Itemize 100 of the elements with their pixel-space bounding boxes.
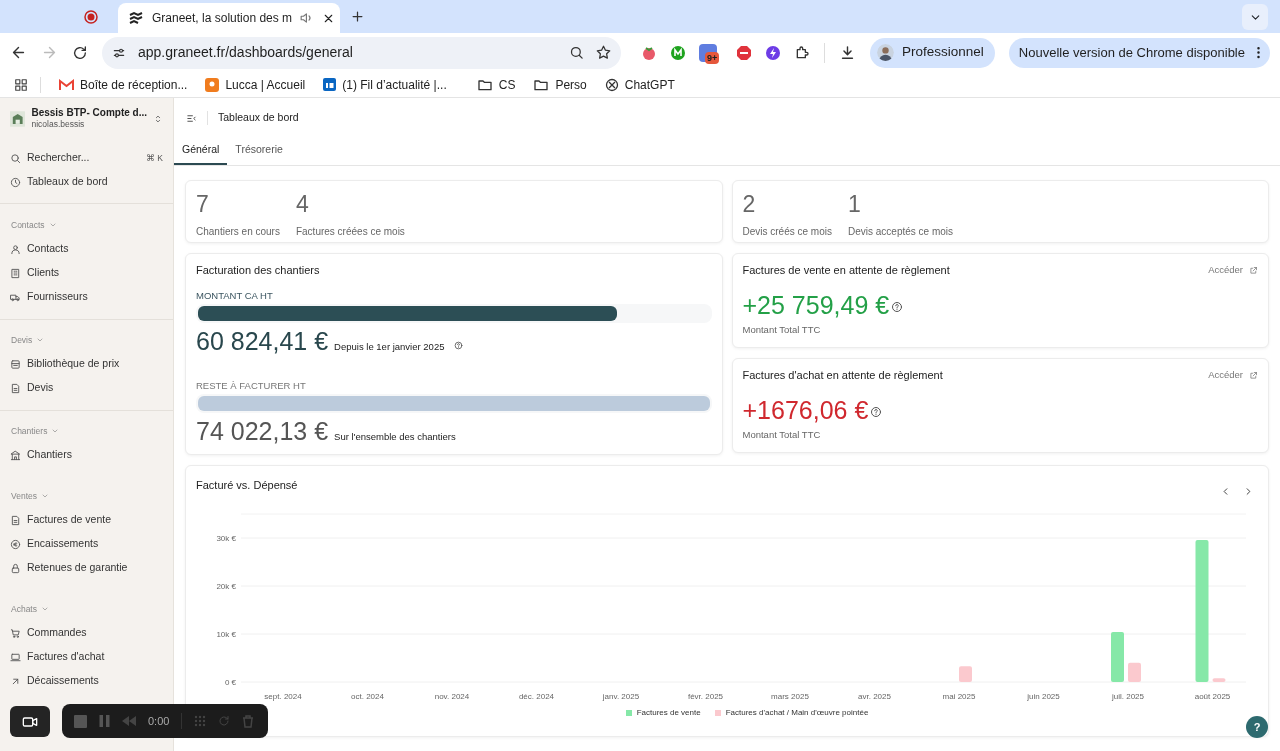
mail-icon bbox=[59, 78, 74, 91]
axis-label: déc. 2024 bbox=[518, 692, 555, 701]
bookmark-link[interactable]: Boîte de réception... bbox=[59, 75, 188, 94]
help-icon[interactable] bbox=[454, 340, 464, 350]
user-icon bbox=[10, 243, 21, 255]
chevron-down-icon bbox=[48, 221, 57, 229]
axis-label: 10k € bbox=[216, 630, 236, 639]
stat-label: Devis acceptés ce mois bbox=[847, 225, 953, 239]
legend-label: Factures de vente bbox=[636, 707, 701, 719]
search-icon[interactable] bbox=[569, 45, 585, 60]
pending-amount: +25 759,49 € bbox=[742, 289, 890, 321]
stat-value: 4 bbox=[295, 191, 310, 218]
section-title: Achats bbox=[11, 602, 37, 616]
axis-label: mai 2025 bbox=[942, 692, 976, 701]
nav-item[interactable]: Contacts bbox=[0, 237, 173, 261]
axis-label: oct. 2024 bbox=[351, 692, 384, 701]
download-icon[interactable] bbox=[839, 44, 856, 61]
bookmark-link[interactable]: CS bbox=[476, 75, 516, 94]
axis-label: févr. 2025 bbox=[687, 692, 724, 701]
bookmark-link[interactable]: Lucca | Accueil bbox=[205, 75, 306, 94]
axis-label: janv. 2025 bbox=[602, 692, 640, 701]
bookmark-link[interactable]: ChatGPT bbox=[604, 75, 675, 94]
lock-icon bbox=[10, 562, 21, 574]
access-link[interactable]: Accéder bbox=[1208, 263, 1258, 278]
nav-item[interactable]: Fournisseurs bbox=[0, 285, 173, 309]
library-icon bbox=[10, 358, 21, 370]
page-title: Tableaux de bord bbox=[218, 110, 299, 126]
star-icon[interactable] bbox=[596, 45, 612, 60]
nav-item[interactable]: Tableaux de bord bbox=[0, 170, 173, 194]
amount-caption: Montant Total TTC bbox=[742, 322, 822, 337]
external-link-icon bbox=[1249, 370, 1258, 380]
axis-label: sept. 2024 bbox=[264, 692, 302, 701]
reload-icon[interactable] bbox=[72, 44, 88, 61]
axis-label: nov. 2024 bbox=[434, 692, 470, 701]
amount-caption: Montant Total TTC bbox=[742, 427, 822, 442]
chevron-down-icon bbox=[51, 427, 60, 435]
metric-amount: 60 824,41 € bbox=[196, 325, 329, 357]
record-icon bbox=[84, 10, 98, 24]
update-button[interactable]: Nouvelle version de Chrome disponible bbox=[1008, 37, 1270, 68]
address-bar[interactable]: app.graneet.fr/dashboards/general bbox=[102, 36, 622, 69]
waves-logo-icon bbox=[128, 11, 144, 25]
bar bbox=[959, 666, 972, 682]
browser-tab[interactable]: Graneet, la solution des m bbox=[118, 3, 340, 33]
euro-icon bbox=[10, 538, 21, 550]
nav-item[interactable]: Clients bbox=[0, 261, 173, 285]
landmark-icon bbox=[10, 449, 21, 461]
nav-item[interactable]: Commandes bbox=[0, 621, 173, 645]
camera-button[interactable] bbox=[10, 706, 50, 737]
updown-icon bbox=[153, 113, 163, 124]
app-icon bbox=[323, 78, 337, 91]
section-title: Devis bbox=[11, 333, 33, 347]
extension-badge: 9+ bbox=[705, 51, 720, 64]
app-icon bbox=[205, 77, 220, 92]
nav-item[interactable]: Bibliothèque de prix bbox=[0, 352, 173, 376]
nav-item[interactable]: Encaissements bbox=[0, 532, 173, 556]
chevron-down-icon bbox=[36, 336, 45, 344]
metric-amount: 74 022,13 € bbox=[196, 416, 329, 447]
card-title: Factures de vente en attente de règlement bbox=[742, 263, 950, 278]
nav-item[interactable]: Retenues de garantie bbox=[0, 556, 173, 580]
help-icon[interactable] bbox=[891, 301, 904, 313]
avatar-icon bbox=[877, 44, 894, 61]
card-title: Factures d'achat en attente de règlement bbox=[742, 368, 943, 383]
adblock-icon[interactable] bbox=[736, 44, 753, 61]
stat-value: 1 bbox=[847, 191, 862, 218]
org-name: Bessis BTP- Compte d... bbox=[31, 107, 147, 119]
card-title: Facturation des chantiers bbox=[196, 263, 321, 278]
page-tab[interactable]: Trésorerie bbox=[227, 137, 291, 165]
sidebar-toggle-icon[interactable] bbox=[186, 112, 197, 124]
extension-icon[interactable]: 9+ bbox=[699, 43, 718, 62]
nav-item[interactable]: Décaissements bbox=[0, 669, 173, 693]
legend-label: Factures d'achat / Main d'œuvre pointée bbox=[725, 707, 869, 719]
user-name: nicolas.bessis bbox=[31, 119, 86, 130]
bookmark-link[interactable]: (1) Fil d’actualité |... bbox=[323, 75, 447, 94]
axis-label: 0 € bbox=[224, 678, 236, 687]
stat-value: 2 bbox=[742, 191, 757, 218]
bookmark-link[interactable]: Perso bbox=[533, 75, 587, 94]
lightning-icon[interactable] bbox=[765, 44, 782, 61]
access-link[interactable]: Accéder bbox=[1208, 368, 1258, 383]
nav-item[interactable]: Devis bbox=[0, 376, 173, 400]
help-icon[interactable] bbox=[870, 406, 883, 418]
nav-item[interactable]: Factures de vente bbox=[0, 508, 173, 532]
apps-icon[interactable] bbox=[14, 77, 28, 92]
org-switcher[interactable]: Bessis BTP- Compte d... nicolas.bessis bbox=[0, 98, 173, 146]
nav-item[interactable]: Chantiers bbox=[0, 443, 173, 467]
strawberry-icon[interactable] bbox=[641, 44, 658, 61]
bar bbox=[1128, 662, 1141, 682]
puzzle-icon[interactable] bbox=[794, 44, 811, 61]
extension-icon[interactable] bbox=[670, 44, 687, 61]
building-icon bbox=[10, 267, 21, 279]
axis-label: août 2025 bbox=[1194, 692, 1231, 701]
profile-button[interactable]: Professionnel bbox=[870, 37, 995, 68]
chevron-down-icon bbox=[41, 605, 49, 613]
back-icon[interactable] bbox=[10, 44, 27, 61]
page-tab[interactable]: Général bbox=[174, 137, 228, 165]
stat-label: Devis créés ce mois bbox=[742, 225, 832, 239]
plus-icon[interactable] bbox=[350, 9, 365, 24]
section-title: Ventes bbox=[11, 489, 37, 503]
search-field[interactable]: Rechercher... ⌘ K bbox=[0, 146, 173, 170]
nav-item[interactable]: Factures d'achat bbox=[0, 645, 173, 669]
section-title: Contacts bbox=[11, 218, 45, 232]
